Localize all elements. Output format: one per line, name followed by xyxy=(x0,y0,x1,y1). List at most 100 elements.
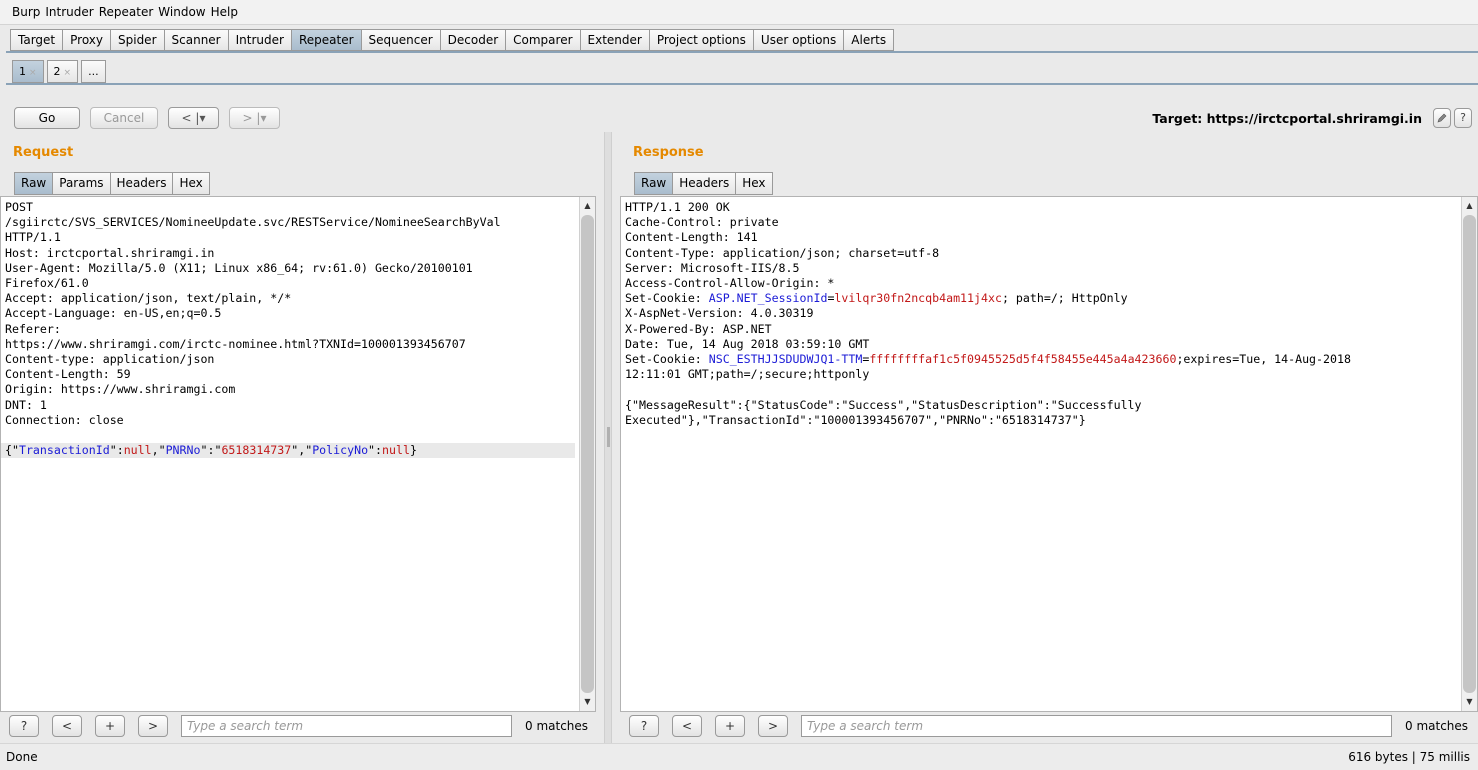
request-body-line: {"TransactionId":null,"PNRNo":"651831473… xyxy=(1,443,575,459)
tab-divider xyxy=(6,51,1478,53)
tab-hex[interactable]: Hex xyxy=(172,172,210,195)
request-editor[interactable]: POST /sgiirctc/SVS_SERVICES/NomineeUpdat… xyxy=(0,196,596,712)
scroll-thumb[interactable] xyxy=(581,215,594,693)
cancel-button[interactable]: Cancel xyxy=(90,107,158,129)
forward-button[interactable]: > |▾ xyxy=(229,107,280,129)
search-next-button[interactable]: > xyxy=(138,715,168,737)
request-scrollbar[interactable]: ▲ ▼ xyxy=(579,197,595,711)
tab-intruder[interactable]: Intruder xyxy=(227,29,291,51)
tab-project-options[interactable]: Project options xyxy=(648,29,753,51)
menu-bar: Burp Intruder Repeater Window Help xyxy=(0,0,1478,25)
request-line: Host: irctcportal.shriramgi.in xyxy=(5,245,215,260)
request-line: Referer: xyxy=(5,321,61,336)
request-line: Content-type: application/json xyxy=(5,352,215,367)
response-line: Date: Tue, 14 Aug 2018 03:59:10 GMT xyxy=(625,336,870,351)
search-next-button[interactable]: > xyxy=(758,715,788,737)
go-button[interactable]: Go xyxy=(14,107,80,129)
tab-repeater[interactable]: Repeater xyxy=(290,29,361,51)
scroll-up-icon[interactable]: ▲ xyxy=(1462,199,1477,213)
response-line: Server: Microsoft-IIS/8.5 xyxy=(625,260,800,275)
tab-decoder[interactable]: Decoder xyxy=(439,29,506,51)
response-line: HTTP/1.1 200 OK xyxy=(625,200,730,214)
status-text: Done xyxy=(6,750,38,764)
search-input[interactable] xyxy=(801,715,1392,737)
tab-extender[interactable]: Extender xyxy=(579,29,649,51)
scroll-down-icon[interactable]: ▼ xyxy=(580,695,595,709)
scroll-down-icon[interactable]: ▼ xyxy=(1462,695,1477,709)
search-prev-button[interactable]: < xyxy=(52,715,82,737)
request-line: https://www.shriramgi.com/irctc-nominee.… xyxy=(5,336,466,351)
close-icon[interactable]: × xyxy=(64,68,72,78)
tab-hex[interactable]: Hex xyxy=(735,172,773,195)
match-count: 0 matches xyxy=(525,719,589,733)
close-icon[interactable]: × xyxy=(29,68,37,78)
search-prev-button[interactable]: < xyxy=(672,715,702,737)
request-line: Accept-Language: en-US,en;q=0.5 xyxy=(5,306,222,321)
response-line: Content-Length: 141 xyxy=(625,230,758,245)
search-add-button[interactable]: + xyxy=(95,715,125,737)
repeater-tab-label: 2 xyxy=(53,65,61,78)
request-line: /sgiirctc/SVS_SERVICES/NomineeUpdate.svc… xyxy=(5,215,501,230)
search-add-button[interactable]: + xyxy=(715,715,745,737)
response-line: 12:11:01 GMT;path=/;secure;httponly xyxy=(625,367,870,382)
repeater-tab-2[interactable]: 2 × xyxy=(46,60,79,83)
tab-target[interactable]: Target xyxy=(10,29,63,51)
request-line: Origin: https://www.shriramgi.com xyxy=(5,382,236,397)
response-scrollbar[interactable]: ▲ ▼ xyxy=(1461,197,1477,711)
tab-divider xyxy=(6,83,1478,85)
back-button[interactable]: < |▾ xyxy=(168,107,219,129)
tab-params[interactable]: Params xyxy=(52,172,110,195)
repeater-tab-1[interactable]: 1 × xyxy=(12,60,44,83)
tab-headers[interactable]: Headers xyxy=(109,172,173,195)
menu-repeater[interactable]: Repeater xyxy=(99,5,154,19)
response-cookie-line: Set-Cookie: ASP.NET_SessionId=lvilqr30fn… xyxy=(625,291,1128,306)
request-line: Accept: application/json, text/plain, */… xyxy=(5,291,292,306)
target-area: Target: https://irctcportal.shriramgi.in… xyxy=(1152,106,1472,130)
tab-spider[interactable]: Spider xyxy=(110,29,164,51)
response-cookie-line: Set-Cookie: NSC_ESTHJJSDUDWJQ1-TTM=fffff… xyxy=(625,352,1351,367)
panel-splitter[interactable] xyxy=(604,132,612,744)
scroll-up-icon[interactable]: ▲ xyxy=(580,199,595,213)
tab-user-options[interactable]: User options xyxy=(752,29,844,51)
request-line: POST xyxy=(5,200,33,214)
tab-raw[interactable]: Raw xyxy=(14,172,53,195)
request-view-tabs: Raw Params Headers Hex xyxy=(14,172,210,195)
response-body-line: Executed"},"TransactionId":"100001393456… xyxy=(625,412,1086,427)
response-line: Content-Type: application/json; charset=… xyxy=(625,245,940,260)
splitter-grip[interactable] xyxy=(607,427,610,447)
match-count: 0 matches xyxy=(1405,719,1469,733)
scroll-thumb[interactable] xyxy=(1463,215,1476,693)
request-line: Firefox/61.0 xyxy=(5,276,89,291)
pencil-icon[interactable] xyxy=(1433,108,1451,128)
menu-burp[interactable]: Burp xyxy=(12,5,40,19)
search-help-button[interactable]: ? xyxy=(9,715,39,737)
help-button[interactable]: ? xyxy=(1454,108,1472,128)
tab-comparer[interactable]: Comparer xyxy=(505,29,580,51)
response-body-line: {"MessageResult":{"StatusCode":"Success"… xyxy=(625,397,1142,412)
menu-window[interactable]: Window xyxy=(158,5,205,19)
response-line: X-Powered-By: ASP.NET xyxy=(625,321,772,336)
response-line: Cache-Control: private xyxy=(625,215,779,230)
response-line: X-AspNet-Version: 4.0.30319 xyxy=(625,306,814,321)
tab-headers[interactable]: Headers xyxy=(672,172,736,195)
request-line: HTTP/1.1 xyxy=(5,230,61,245)
tab-scanner[interactable]: Scanner xyxy=(163,29,228,51)
menu-intruder[interactable]: Intruder xyxy=(45,5,93,19)
main-tab-bar: Target Proxy Spider Scanner Intruder Rep… xyxy=(10,29,895,51)
tab-alerts[interactable]: Alerts xyxy=(843,29,895,51)
response-text[interactable]: HTTP/1.1 200 OK Cache-Control: private C… xyxy=(621,197,1477,428)
search-input[interactable] xyxy=(181,715,512,737)
response-view-tabs: Raw Headers Hex xyxy=(634,172,773,195)
tab-sequencer[interactable]: Sequencer xyxy=(360,29,440,51)
tab-proxy[interactable]: Proxy xyxy=(62,29,110,51)
response-title: Response xyxy=(633,145,704,160)
tab-raw[interactable]: Raw xyxy=(634,172,673,195)
new-tab-button[interactable]: ... xyxy=(81,60,106,83)
search-help-button[interactable]: ? xyxy=(629,715,659,737)
repeater-tab-bar: 1 × 2 × ... xyxy=(12,60,109,83)
request-text[interactable]: POST /sgiirctc/SVS_SERVICES/NomineeUpdat… xyxy=(1,197,595,459)
repeater-tab-label: 1 xyxy=(19,65,26,78)
request-line: DNT: 1 xyxy=(5,397,47,412)
response-editor[interactable]: HTTP/1.1 200 OK Cache-Control: private C… xyxy=(620,196,1478,712)
menu-help[interactable]: Help xyxy=(211,5,238,19)
